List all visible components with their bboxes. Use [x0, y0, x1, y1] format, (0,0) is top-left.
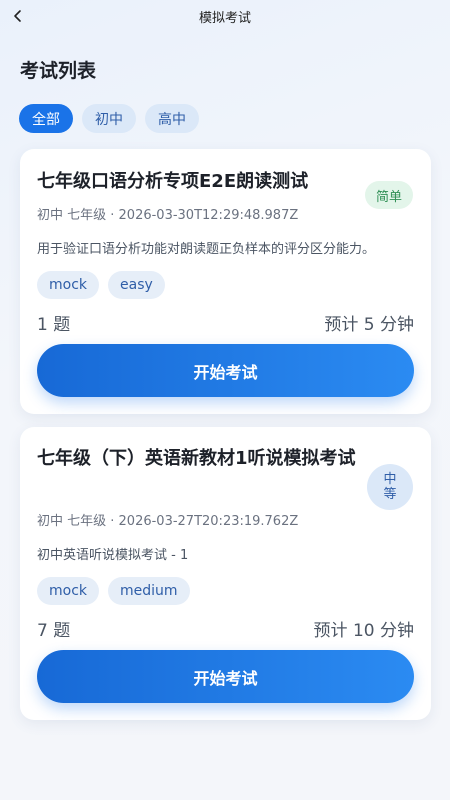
difficulty-badge: 中 等 — [367, 464, 413, 510]
top-bar: 模拟考试 — [0, 0, 450, 32]
question-count: 7 题 — [37, 621, 71, 641]
exam-title: 七年级（下）英语新教材1听说模拟考试 — [37, 448, 356, 469]
exam-meta: 初中 七年级 · 2026-03-30T12:29:48.987Z — [37, 208, 299, 223]
filter-senior-chip[interactable]: 高中 — [145, 104, 199, 133]
tag: medium — [108, 577, 190, 605]
back-button[interactable] — [6, 4, 30, 28]
filter-chips: 全部 初中 高中 — [19, 104, 199, 133]
exam-title: 七年级口语分析专项E2E朗读测试 — [37, 171, 309, 192]
chevron-left-icon — [14, 10, 21, 22]
tag: easy — [108, 271, 165, 299]
tag: mock — [37, 577, 100, 605]
header-title: 模拟考试 — [198, 10, 251, 26]
difficulty-badge-line: 中 — [383, 472, 397, 487]
exam-description: 用于验证口语分析功能对朗读题正负样本的评分区分能力。 — [37, 242, 376, 257]
exam-card: 七年级口语分析专项E2E朗读测试 简单 初中 七年级 · 2026-03-30T… — [20, 149, 431, 414]
filter-all-chip[interactable]: 全部 — [19, 104, 73, 133]
exam-description: 初中英语听说模拟考试 - 1 — [37, 548, 189, 563]
exam-tags: mock easy — [37, 271, 165, 299]
estimated-time: 预计 10 分钟 — [313, 621, 414, 641]
page-title: 考试列表 — [20, 60, 97, 82]
exam-tags: mock medium — [37, 577, 190, 605]
start-exam-button[interactable]: 开始考试 — [37, 650, 414, 703]
start-exam-button[interactable]: 开始考试 — [37, 344, 414, 397]
exam-card: 七年级（下）英语新教材1听说模拟考试 中 等 初中 七年级 · 2026-03-… — [20, 427, 431, 720]
tag: mock — [37, 271, 100, 299]
filter-junior-chip[interactable]: 初中 — [82, 104, 136, 133]
difficulty-badge: 简单 — [365, 181, 413, 209]
estimated-time: 预计 5 分钟 — [324, 315, 414, 335]
question-count: 1 题 — [37, 315, 71, 335]
difficulty-badge-line: 等 — [383, 487, 397, 502]
exam-meta: 初中 七年级 · 2026-03-27T20:23:19.762Z — [37, 514, 299, 529]
